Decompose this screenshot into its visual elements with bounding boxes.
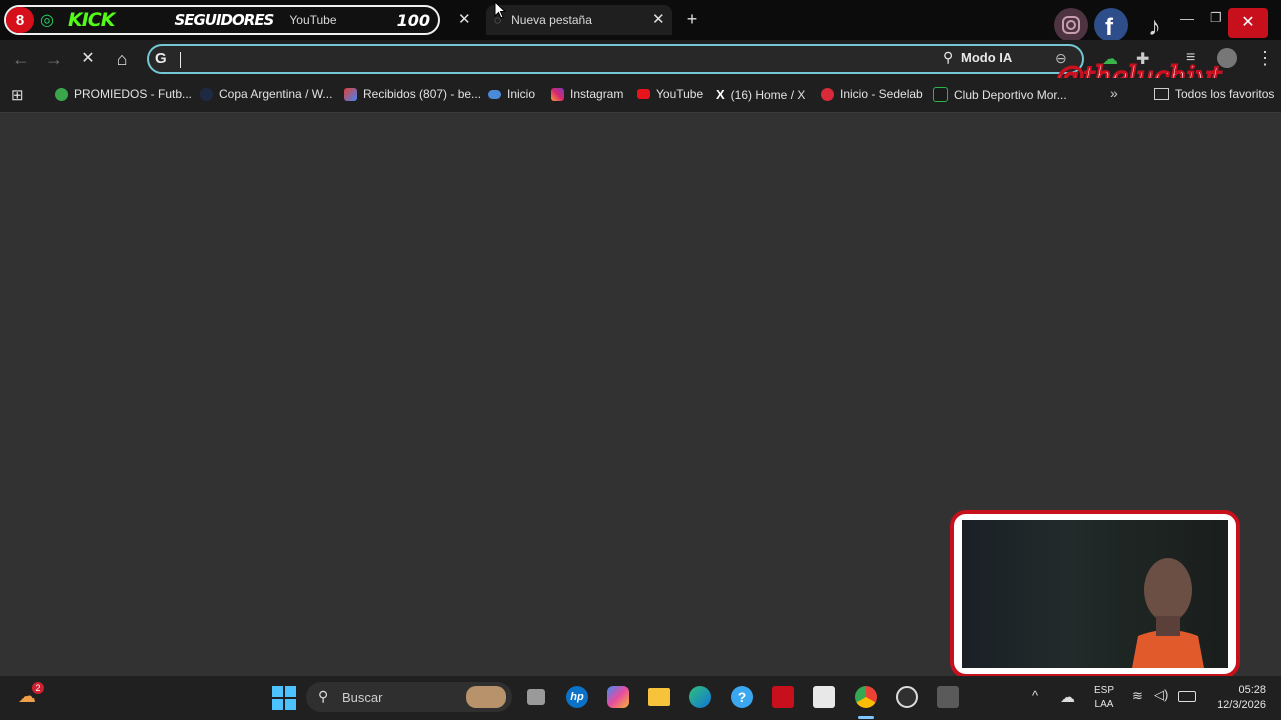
promiedos-icon — [55, 87, 68, 101]
battery-icon[interactable] — [1178, 691, 1196, 702]
clock[interactable]: 05:28 12/3/2026 — [1208, 683, 1266, 713]
start-button[interactable] — [272, 686, 296, 710]
ai-mode-icon: ⚲ — [943, 49, 954, 65]
follower-count: 100 — [396, 10, 430, 30]
whatsapp-icon: ◎ — [40, 12, 54, 29]
omnibox[interactable]: G ⚲ Modo IA ⊖ — [147, 44, 1084, 74]
menu-icon[interactable]: ⋮ — [1256, 48, 1274, 69]
tab-strip: 8 ◎ KICK SEGUIDORES YouTube 100 ✕ ◌ Nuev… — [0, 0, 1281, 42]
weather-badge: 2 — [32, 682, 44, 694]
tab-new-tab[interactable]: ◌ Nueva pestaña — [486, 5, 672, 35]
folder-icon — [1154, 88, 1169, 100]
sedelab-icon — [821, 87, 834, 101]
tab-youtube[interactable]: 8 ◎ KICK SEGUIDORES YouTube 100 — [4, 5, 440, 35]
bookmark-gmail[interactable]: Recibidos (807) - be... — [344, 87, 481, 101]
bookmark-label: Copa Argentina / W... — [219, 87, 333, 101]
text-caret — [180, 52, 181, 68]
restore-icon[interactable]: ❐ — [1210, 10, 1222, 26]
weather-widget[interactable]: ☁ 2 — [18, 682, 44, 708]
bookmark-inicio[interactable]: Inicio — [488, 87, 535, 101]
app-icon[interactable] — [937, 686, 959, 708]
back-button[interactable]: ← — [10, 48, 32, 70]
onedrive-icon[interactable]: ☁ — [1060, 688, 1075, 706]
wifi-icon[interactable]: ≋ — [1132, 688, 1143, 704]
modo-ia-button[interactable]: Modo IA — [961, 50, 1012, 65]
stop-button[interactable]: ✕ — [77, 48, 99, 70]
tiktok-overlay-icon: ♪ — [1142, 8, 1176, 42]
close-window-icon[interactable]: ✕ — [1228, 8, 1268, 38]
windows-taskbar: ☁ 2 ⚲ Buscar hp ? ^ ☁ ESP LAA ≋ ◁) 05:28… — [0, 676, 1281, 720]
bookmark-label: (16) Home / X — [730, 87, 806, 102]
bookmark-label: Inicio — [507, 87, 536, 101]
bookmark-copa-argentina[interactable]: Copa Argentina / W... — [200, 87, 332, 101]
minimize-icon[interactable]: — — [1180, 10, 1194, 26]
bookmarks-bar: ⊞ PROMIEDOS - Futb... Copa Argentina / W… — [0, 78, 1281, 113]
seguidores-label: SEGUIDORES — [174, 11, 274, 29]
mouse-cursor-icon — [494, 1, 506, 19]
bookmark-label: Recibidos (807) - be... — [363, 87, 482, 101]
bookmark-x-home[interactable]: X (16) Home / X — [716, 87, 805, 102]
x-icon: X — [716, 87, 725, 102]
store-icon[interactable] — [813, 686, 835, 708]
edge-icon[interactable] — [689, 686, 711, 708]
search-highlight-image — [466, 686, 506, 708]
streamer-silhouette — [1132, 558, 1204, 668]
taskbar-search[interactable]: ⚲ Buscar — [306, 682, 512, 712]
copilot-icon[interactable] — [607, 686, 629, 708]
instagram-icon — [551, 87, 564, 101]
chrome-icon[interactable] — [855, 686, 877, 708]
club-icon — [933, 87, 948, 102]
language-indicator[interactable]: ESP LAA — [1094, 684, 1114, 712]
tray-expand-icon[interactable]: ^ — [1032, 688, 1038, 703]
bookmark-club-deportivo[interactable]: Club Deportivo Mor... — [933, 87, 1067, 102]
keyboard-layout: LAA — [1094, 699, 1114, 710]
obs-icon[interactable] — [896, 686, 918, 708]
youtube-tab-title: YouTube — [289, 13, 337, 27]
bookmark-label: YouTube — [656, 87, 704, 101]
bookmark-label: Inicio - Sedelab — [840, 87, 923, 101]
youtube-icon — [637, 89, 650, 99]
task-view-icon[interactable] — [527, 689, 545, 705]
chrome-active-indicator — [858, 716, 874, 719]
bookmark-label: PROMIEDOS - Futb... — [74, 87, 193, 101]
webcam-overlay — [950, 510, 1240, 678]
language-code: ESP — [1094, 685, 1115, 696]
notification-badge: 8 — [6, 7, 34, 33]
new-tab-button[interactable]: + — [682, 9, 702, 29]
svg-text:♪: ♪ — [1148, 11, 1161, 41]
facebook-overlay-icon: f — [1094, 8, 1128, 42]
bookmarks-overflow-button[interactable]: » — [1110, 85, 1118, 101]
bookmark-youtube[interactable]: YouTube — [637, 87, 703, 101]
apps-grid-icon[interactable]: ⊞ — [11, 86, 24, 104]
cloud-icon — [488, 89, 501, 99]
file-explorer-icon[interactable] — [648, 688, 670, 706]
copa-icon — [200, 87, 213, 101]
all-favorites-label: Todos los favoritos — [1175, 87, 1275, 101]
gmail-icon — [344, 87, 357, 101]
bookmark-label: Club Deportivo Mor... — [954, 87, 1067, 102]
bookmark-label: Instagram — [570, 87, 624, 101]
new-tab-title: Nueva pestaña — [511, 13, 592, 27]
close-tab-youtube-icon[interactable]: ✕ — [458, 10, 471, 28]
bookmark-sedelab[interactable]: Inicio - Sedelab — [821, 87, 923, 101]
instagram-overlay-icon — [1054, 8, 1088, 42]
clock-time: 05:28 — [1238, 684, 1266, 696]
clock-date: 12/3/2026 — [1217, 699, 1266, 711]
bookmark-promiedos[interactable]: PROMIEDOS - Futb... — [55, 87, 192, 101]
close-tab-new-icon[interactable]: ✕ — [652, 10, 665, 28]
search-placeholder: Buscar — [342, 690, 383, 705]
bookmark-instagram[interactable]: Instagram — [551, 87, 623, 101]
hp-icon[interactable]: hp — [566, 686, 588, 708]
all-favorites-folder[interactable]: Todos los favoritos — [1154, 87, 1274, 101]
google-icon: G — [155, 50, 167, 67]
home-button[interactable]: ⌂ — [111, 48, 133, 70]
help-icon[interactable]: ? — [731, 686, 753, 708]
kick-logo: KICK — [67, 9, 115, 31]
webcam-feed — [962, 520, 1228, 668]
search-icon: ⚲ — [318, 688, 329, 704]
forward-button[interactable]: → — [43, 48, 65, 70]
mcafee-icon[interactable] — [772, 686, 794, 708]
svg-text:f: f — [1105, 14, 1114, 41]
volume-icon[interactable]: ◁) — [1154, 687, 1168, 703]
